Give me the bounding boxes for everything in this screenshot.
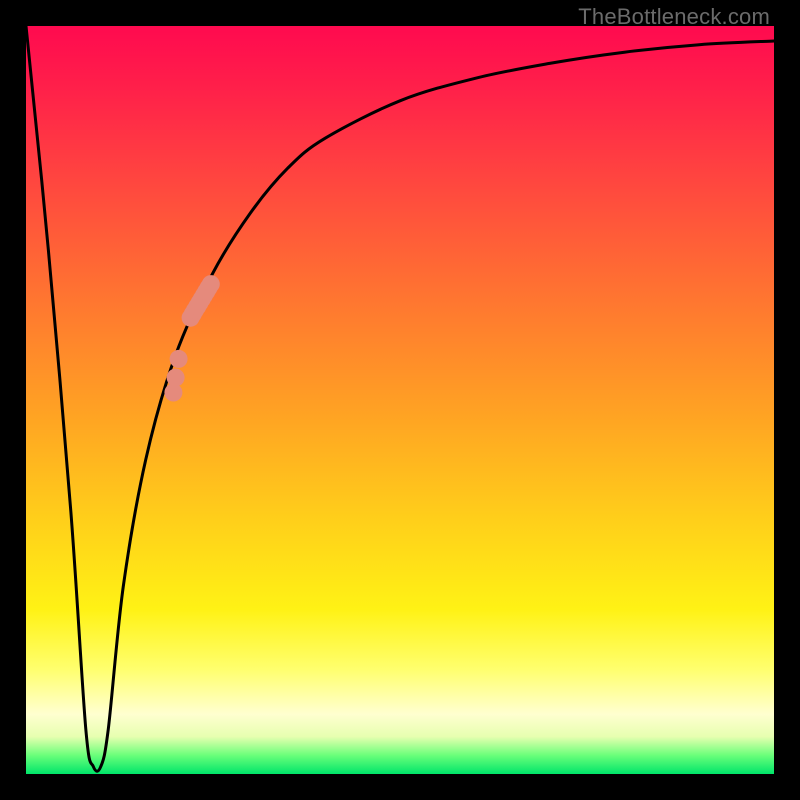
watermark-text: TheBottleneck.com: [578, 4, 770, 30]
bottleneck-curve-svg: [26, 26, 774, 774]
plot-area: [26, 26, 774, 774]
curve-marker: [202, 275, 220, 293]
curve-marker: [164, 384, 182, 402]
curve-markers: [164, 275, 219, 401]
chart-frame: TheBottleneck.com: [0, 0, 800, 800]
bottleneck-curve: [26, 26, 774, 771]
curve-marker: [170, 350, 188, 368]
